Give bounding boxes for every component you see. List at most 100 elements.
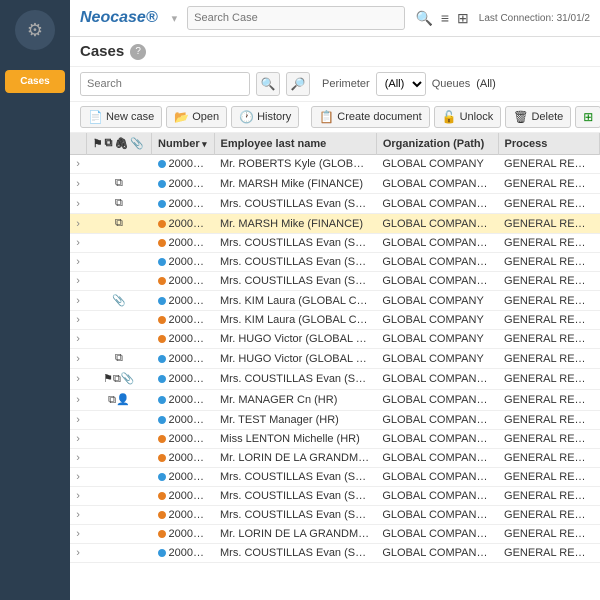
new-case-button[interactable]: 📄 New case <box>80 106 162 128</box>
case-number[interactable]: 20001626 <box>152 369 214 390</box>
employee-name: Mr. MARSH Mike (FINANCE) <box>214 174 376 194</box>
search-input[interactable] <box>80 72 250 96</box>
row-expand[interactable]: › <box>70 253 86 272</box>
table-row[interactable]: › 20001611 Mrs. COUSTILLAS Evan (SALES) … <box>70 544 600 563</box>
table-row[interactable]: › 20001617 Mr. LORIN DE LA GRANDMAISON E… <box>70 449 600 468</box>
row-icons: ⧉ <box>86 214 151 234</box>
table-row[interactable]: › 20001614 Mrs. COUSTILLAS Evan (SALES) … <box>70 506 600 525</box>
row-expand[interactable]: › <box>70 330 86 349</box>
case-number[interactable]: 20001646 <box>152 234 214 253</box>
case-number[interactable]: 20001624 <box>152 411 214 430</box>
row-icons <box>86 411 151 430</box>
case-number[interactable]: 20001644 <box>152 272 214 291</box>
row-expand[interactable]: › <box>70 487 86 506</box>
table-row[interactable]: › ⧉ 20001648 Mr. MARSH Mike (FINANCE) GL… <box>70 214 600 234</box>
row-expand[interactable]: › <box>70 525 86 544</box>
employee-name: Mr. ROBERTS Kyle (GLOBAL COMPA... <box>214 155 376 174</box>
unlock-button[interactable]: 🔓 Unlock <box>434 106 502 128</box>
process: GENERAL REQUE <box>498 411 599 430</box>
employee-name: Mrs. COUSTILLAS Evan (SALES) <box>214 468 376 487</box>
process: GENERAL REQUE <box>498 311 599 330</box>
case-number[interactable]: 20001648 <box>152 214 214 234</box>
perimeter-select[interactable]: (All) <box>376 72 426 96</box>
case-number[interactable]: 20001629 <box>152 330 214 349</box>
row-expand[interactable]: › <box>70 234 86 253</box>
dropdown-arrow-icon[interactable]: ▾ <box>172 12 178 25</box>
row-expand[interactable]: › <box>70 430 86 449</box>
table-row[interactable]: › 20001645 Mrs. COUSTILLAS Evan (SALES) … <box>70 253 600 272</box>
table-row[interactable]: › 📎 20001637 Mrs. KIM Laura (GLOBAL COMP… <box>70 291 600 311</box>
table-row[interactable]: › 20001616 Mrs. COUSTILLAS Evan (SALES) … <box>70 468 600 487</box>
status-dot <box>158 435 166 443</box>
advanced-search-button[interactable]: 🔎 <box>286 72 310 96</box>
header-search-input[interactable] <box>187 6 405 30</box>
row-expand[interactable]: › <box>70 369 86 390</box>
gear-icon[interactable]: ⚙ <box>15 10 55 50</box>
process: GENERAL REQUE <box>498 234 599 253</box>
table-row[interactable]: › 20001629 Mr. HUGO Victor (GLOBAL COMPA… <box>70 330 600 349</box>
case-number[interactable]: 20001628 <box>152 349 214 369</box>
row-icons: 📎 <box>86 291 151 311</box>
delete-button[interactable]: 🗑 Delete <box>505 106 571 128</box>
row-expand[interactable]: › <box>70 449 86 468</box>
case-number[interactable]: 20001615 <box>152 487 214 506</box>
table-row[interactable]: › 20001615 Mrs. COUSTILLAS Evan (SALES) … <box>70 487 600 506</box>
status-dot <box>158 454 166 462</box>
case-number[interactable]: 20001649 <box>152 194 214 214</box>
employee-name: Mrs. KIM Laura (GLOBAL COMPANY) <box>214 291 376 311</box>
row-expand[interactable]: › <box>70 174 86 194</box>
table-row[interactable]: › 20001651 Mr. ROBERTS Kyle (GLOBAL COMP… <box>70 155 600 174</box>
case-number[interactable]: 20001617 <box>152 449 214 468</box>
table-row[interactable]: › ⧉ 20001628 Mr. HUGO Victor (GLOBAL COM… <box>70 349 600 369</box>
grid-icon[interactable]: ⊞ <box>457 10 469 27</box>
table-row[interactable]: › ⧉👤 20001625 Mr. MANAGER Cn (HR) GLOBAL… <box>70 390 600 411</box>
case-number[interactable]: 20001614 <box>152 506 214 525</box>
row-expand[interactable]: › <box>70 155 86 174</box>
table-row[interactable]: › 20001644 Mrs. COUSTILLAS Evan (SALES) … <box>70 272 600 291</box>
case-number[interactable]: 20001651 <box>152 155 214 174</box>
case-number[interactable]: 20001616 <box>152 468 214 487</box>
open-button[interactable]: 📂 Open <box>166 106 227 128</box>
list-icon[interactable]: ≡ <box>441 10 449 27</box>
case-number[interactable]: 20001637 <box>152 291 214 311</box>
employee-name: Mrs. COUSTILLAS Evan (SALES) <box>214 506 376 525</box>
row-expand[interactable]: › <box>70 214 86 234</box>
table-row[interactable]: › 20001612 Mr. LORIN DE LA GRANDMAISON E… <box>70 525 600 544</box>
employee-name: Mrs. COUSTILLAS Evan (SALES) <box>214 234 376 253</box>
row-expand[interactable]: › <box>70 194 86 214</box>
row-expand[interactable]: › <box>70 390 86 411</box>
table-row[interactable]: › 20001635 Mrs. KIM Laura (GLOBAL COMPAN… <box>70 311 600 330</box>
case-number[interactable]: 20001612 <box>152 525 214 544</box>
employee-name: Mrs. COUSTILLAS Evan (SALES) <box>214 369 376 390</box>
table-row[interactable]: › ⧉ 20001649 Mrs. COUSTILLAS Evan (SALES… <box>70 194 600 214</box>
search-icon[interactable]: 🔍 <box>415 10 432 27</box>
create-document-button[interactable]: 📋 Create document <box>311 106 429 128</box>
case-number[interactable]: 20001623 <box>152 430 214 449</box>
table-row[interactable]: › ⧉ 20001650 Mr. MARSH Mike (FINANCE) GL… <box>70 174 600 194</box>
history-button[interactable]: 🕐 History <box>231 106 299 128</box>
row-expand[interactable]: › <box>70 544 86 563</box>
table-row[interactable]: › 20001624 Mr. TEST Manager (HR) GLOBAL … <box>70 411 600 430</box>
case-number[interactable]: 20001635 <box>152 311 214 330</box>
row-expand[interactable]: › <box>70 311 86 330</box>
row-expand[interactable]: › <box>70 291 86 311</box>
row-expand[interactable]: › <box>70 272 86 291</box>
export-excel-button[interactable]: ⊞ <box>575 106 600 128</box>
search-button[interactable]: 🔍 <box>256 72 280 96</box>
col-number[interactable]: Number <box>152 133 214 155</box>
sidebar-item-cases[interactable]: Cases <box>5 70 65 93</box>
help-icon[interactable]: ? <box>130 44 146 60</box>
row-expand[interactable]: › <box>70 411 86 430</box>
organization: GLOBAL COMPANY / S... <box>376 253 498 272</box>
row-expand[interactable]: › <box>70 349 86 369</box>
row-icons <box>86 468 151 487</box>
case-number[interactable]: 20001625 <box>152 390 214 411</box>
case-number[interactable]: 20001611 <box>152 544 214 563</box>
row-expand[interactable]: › <box>70 506 86 525</box>
row-expand[interactable]: › <box>70 468 86 487</box>
table-row[interactable]: › ⚑⧉📎 20001626 Mrs. COUSTILLAS Evan (SAL… <box>70 369 600 390</box>
table-row[interactable]: › 20001646 Mrs. COUSTILLAS Evan (SALES) … <box>70 234 600 253</box>
case-number[interactable]: 20001650 <box>152 174 214 194</box>
case-number[interactable]: 20001645 <box>152 253 214 272</box>
table-row[interactable]: › 20001623 Miss LENTON Michelle (HR) GLO… <box>70 430 600 449</box>
